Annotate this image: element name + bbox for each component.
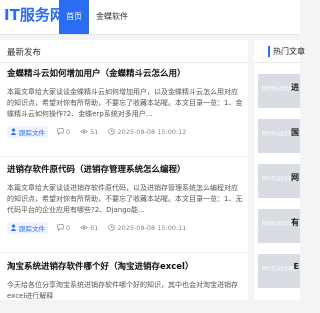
divider <box>0 252 248 253</box>
category-tag[interactable]: 跟踪文件 <box>7 222 48 234</box>
view-count-value: 61 <box>90 224 99 232</box>
publish-date: 2025-08-08 15:00:12 <box>108 127 187 137</box>
comment-count-value: 0 <box>66 128 71 136</box>
article-title[interactable]: 进销存软件原代码（进销存管理系统怎么编程） <box>7 164 243 176</box>
hot-article-title-fragment: 有 <box>291 218 299 227</box>
view-count: 51 <box>80 128 98 137</box>
hot-article-item[interactable]: 暂时无法显示图片 E <box>258 254 300 288</box>
hot-article-item[interactable]: 暂时无法显示图片 有 <box>258 209 300 243</box>
hot-article-item[interactable]: 暂时无法显示图片 网 <box>258 164 300 198</box>
category-tag[interactable]: 跟踪文件 <box>7 126 48 138</box>
publish-date: 2025-08-08 15:00:11 <box>108 223 187 233</box>
article-title[interactable]: 淘宝系统进销存软件哪个好（淘宝进销存excel） <box>7 261 243 273</box>
hot-articles-sidebar: 热门文章 暂时无法显示图片 进 暂时无法显示图片 国 暂时无法显示图片 网 暂时… <box>254 40 305 300</box>
article-summary: 本篇文章给大家谈谈金蝶精斗云如何增加用户，以及金蝶精斗云怎么用对应的知识点，希望… <box>7 88 243 118</box>
article-meta: 跟踪文件 0 61 2025-08-08 15:00:11 <box>7 222 243 234</box>
top-navbar: IT服务网 首页 金蝶软件 <box>0 0 300 35</box>
section-title: 最新发布 <box>7 48 42 58</box>
publish-date-value: 2025-08-08 15:00:12 <box>117 128 187 136</box>
article-summary: 今天给各位分享淘宝系统进销存软件哪个好的知识，其中也会对淘宝进销存excel进行… <box>7 281 238 300</box>
clock-icon <box>108 223 116 233</box>
comment-icon <box>57 127 64 137</box>
nav-home[interactable]: 首页 <box>59 0 89 34</box>
clock-icon <box>108 127 116 137</box>
view-count: 61 <box>80 224 98 233</box>
article-meta: 跟踪文件 0 51 2025-08-08 15:00:12 <box>7 126 243 138</box>
main-nav: 首页 金蝶软件 <box>59 0 135 34</box>
hot-article-item[interactable]: 暂时无法显示图片 国 <box>258 119 300 153</box>
user-icon <box>10 224 17 233</box>
hot-article-title-fragment: 进 <box>291 83 299 92</box>
article-summary: 本篇文章给大家谈谈进销存软件原代码，以及进销存管理系统怎么编程对应的知识点，希望… <box>7 184 243 214</box>
nav-kingdee-software[interactable]: 金蝶软件 <box>89 0 135 34</box>
site-logo[interactable]: IT服务网 <box>4 6 65 24</box>
hot-article-title-fragment: 国 <box>291 128 299 137</box>
article-item: 淘宝系统进销存软件哪个好（淘宝进销存excel） 今天给各位分享淘宝系统进销存软… <box>7 261 243 313</box>
comment-icon <box>57 223 64 233</box>
article-list-panel: 最新发布 金蝶精斗云如何增加用户（金蝶精斗云怎么用） 本篇文章给大家谈谈金蝶精斗… <box>0 40 248 300</box>
divider <box>0 156 248 157</box>
comment-count: 0 <box>57 127 71 137</box>
hot-article-title-fragment: E <box>293 262 299 271</box>
category-tag-label: 跟踪文件 <box>19 225 45 233</box>
user-icon <box>10 128 17 137</box>
comment-count-value: 0 <box>66 224 71 232</box>
divider <box>254 62 300 63</box>
hot-article-title-fragment: 网 <box>291 173 299 182</box>
divider <box>0 62 248 63</box>
eye-icon <box>80 128 88 137</box>
view-count-value: 51 <box>90 128 99 136</box>
article-item: 进销存软件原代码（进销存管理系统怎么编程） 本篇文章给大家谈谈进销存软件原代码，… <box>7 164 243 234</box>
article-item: 金蝶精斗云如何增加用户（金蝶精斗云怎么用） 本篇文章给大家谈谈金蝶精斗云如何增加… <box>7 68 243 138</box>
category-tag-label: 跟踪文件 <box>19 129 45 137</box>
eye-icon <box>80 224 88 233</box>
hot-article-item[interactable]: 暂时无法显示图片 进 <box>258 74 300 108</box>
comment-count: 0 <box>57 223 71 233</box>
publish-date-value: 2025-08-08 15:00:11 <box>117 224 187 232</box>
article-title[interactable]: 金蝶精斗云如何增加用户（金蝶精斗云怎么用） <box>7 68 243 80</box>
sidebar-title: 热门文章 <box>268 46 305 57</box>
